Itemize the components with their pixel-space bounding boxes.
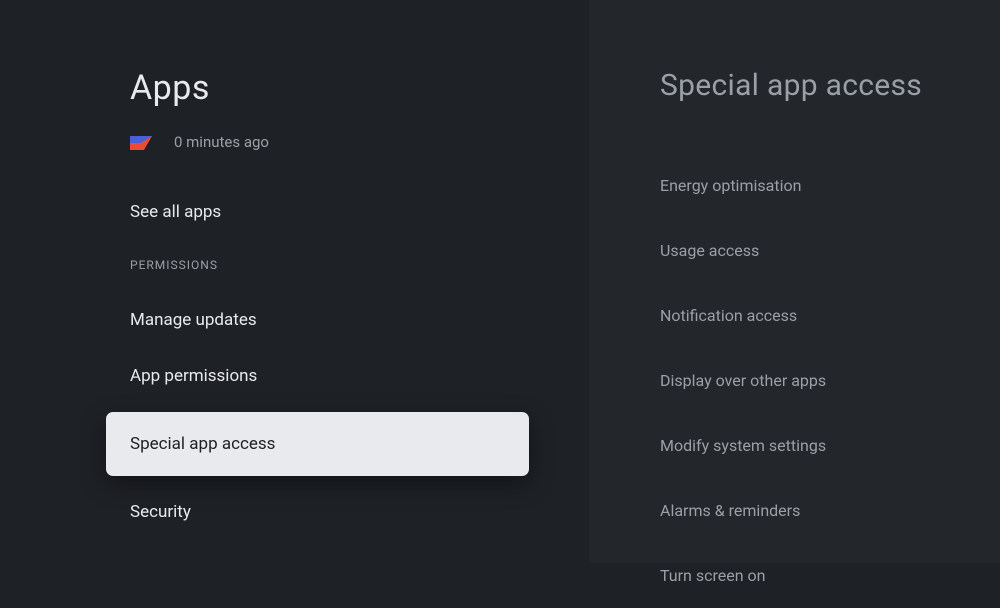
manage-updates-item[interactable]: Manage updates bbox=[130, 292, 589, 348]
alarms-reminders-item[interactable]: Alarms & reminders bbox=[660, 478, 1000, 543]
recent-app-icon bbox=[130, 135, 152, 149]
special-app-access-item-selected[interactable]: Special app access bbox=[106, 412, 529, 476]
right-detail-panel: Special app access Energy optimisation U… bbox=[589, 0, 1000, 563]
permissions-section-header: PERMISSIONS bbox=[130, 258, 589, 272]
security-item[interactable]: Security bbox=[130, 484, 589, 540]
right-panel-title: Special app access bbox=[660, 68, 1000, 103]
turn-screen-on-item[interactable]: Turn screen on bbox=[660, 543, 1000, 608]
recent-app-time: 0 minutes ago bbox=[174, 133, 269, 151]
notification-access-item[interactable]: Notification access bbox=[660, 283, 1000, 348]
page-title: Apps bbox=[130, 68, 589, 108]
see-all-apps-item[interactable]: See all apps bbox=[130, 184, 589, 240]
recent-app-row[interactable]: 0 minutes ago bbox=[130, 133, 589, 151]
modify-system-settings-item[interactable]: Modify system settings bbox=[660, 413, 1000, 478]
energy-optimisation-item[interactable]: Energy optimisation bbox=[660, 153, 1000, 218]
display-over-apps-item[interactable]: Display over other apps bbox=[660, 348, 1000, 413]
usage-access-item[interactable]: Usage access bbox=[660, 218, 1000, 283]
left-settings-panel: Apps 0 minutes ago See all apps PERMISSI… bbox=[0, 0, 589, 563]
app-permissions-item[interactable]: App permissions bbox=[130, 348, 589, 404]
